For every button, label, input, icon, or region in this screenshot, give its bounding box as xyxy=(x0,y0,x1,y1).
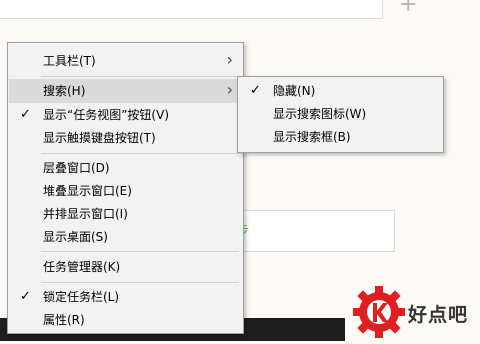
menu-item-label: 显示搜索图标(W) xyxy=(273,107,367,121)
submenu-item-show-search-box[interactable]: 显示搜索框(B) xyxy=(239,125,441,149)
search-submenu: ✓ 隐藏(N) 显示搜索图标(W) 显示搜索框(B) xyxy=(237,76,444,153)
menu-item-label: 隐藏(N) xyxy=(273,84,316,98)
menu-item-label: 工具栏(T) xyxy=(43,54,96,68)
chevron-right-icon: › xyxy=(226,50,233,69)
menu-item-label: 锁定任务栏(L) xyxy=(43,290,120,304)
menu-item-label: 显示触摸键盘按钮(T) xyxy=(43,131,156,145)
taskbar-context-menu: 工具栏(T) › 搜索(H) › ✓ 显示“任务视图”按钮(V) 显示触摸键盘按… xyxy=(7,42,244,334)
menu-item-lock-taskbar[interactable]: ✓ 锁定任务栏(L) xyxy=(9,285,241,309)
menu-item-properties[interactable]: 属性(R) xyxy=(9,308,241,332)
menu-item-show-desktop[interactable]: 显示桌面(S) xyxy=(9,225,241,249)
menu-item-label: 堆叠显示窗口(E) xyxy=(43,184,132,198)
menu-item-label: 搜索(H) xyxy=(43,84,86,98)
submenu-item-hidden[interactable]: ✓ 隐藏(N) xyxy=(239,79,441,103)
menu-item-show-task-view[interactable]: ✓ 显示“任务视图”按钮(V) xyxy=(9,103,241,127)
check-icon: ✓ xyxy=(250,83,261,98)
menu-separator xyxy=(41,251,239,252)
logo-text: 好点吧 xyxy=(408,304,469,326)
menu-item-side-by-side[interactable]: 并排显示窗口(I) xyxy=(9,202,241,226)
menu-item-task-manager[interactable]: 任务管理器(K) xyxy=(9,255,241,279)
menu-item-show-touch-keyboard[interactable]: 显示触摸键盘按钮(T) xyxy=(9,126,241,150)
chevron-right-icon: › xyxy=(226,80,233,99)
menu-item-label: 并排显示窗口(I) xyxy=(43,207,128,221)
menu-item-stacked[interactable]: 堆叠显示窗口(E) xyxy=(9,179,241,203)
menu-item-label: 显示桌面(S) xyxy=(43,230,108,244)
gear-k-logo-icon xyxy=(353,286,405,338)
menu-separator xyxy=(41,76,239,77)
check-icon: ✓ xyxy=(20,289,31,304)
menu-item-label: 层叠窗口(D) xyxy=(43,161,110,175)
menu-item-label: 任务管理器(K) xyxy=(43,260,121,274)
background-panel xyxy=(0,0,383,19)
site-logo: 好点吧 xyxy=(350,283,480,341)
menu-item-label: 显示搜索框(B) xyxy=(273,130,351,144)
menu-separator xyxy=(41,282,239,283)
menu-separator xyxy=(41,153,239,154)
menu-item-cascade[interactable]: 层叠窗口(D) xyxy=(9,156,241,180)
menu-item-toolbars[interactable]: 工具栏(T) › xyxy=(9,49,241,73)
background-input-box xyxy=(242,210,395,252)
menu-item-search[interactable]: 搜索(H) › xyxy=(9,79,241,103)
menu-item-label: 属性(R) xyxy=(43,313,85,327)
plus-icon: + xyxy=(399,0,418,17)
menu-item-label: 显示“任务视图”按钮(V) xyxy=(43,108,170,122)
submenu-item-show-search-icon[interactable]: 显示搜索图标(W) xyxy=(239,102,441,126)
check-icon: ✓ xyxy=(20,107,31,122)
